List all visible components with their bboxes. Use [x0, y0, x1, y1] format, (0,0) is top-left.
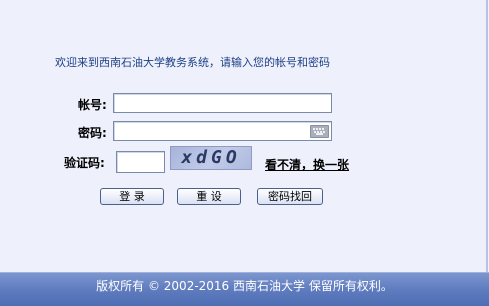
account-label: 帐号: [78, 98, 107, 112]
captcha-image[interactable]: xdGO [170, 146, 252, 170]
refresh-captcha-link[interactable]: 看不清，换一张 [265, 156, 349, 173]
password-input[interactable] [113, 121, 332, 141]
login-button[interactable]: 登 录 [100, 188, 164, 205]
captcha-label: 验证码: [64, 156, 105, 170]
welcome-message: 欢迎来到西南石油大学教务系统，请输入您的帐号和密码 [55, 56, 330, 69]
reset-button[interactable]: 重 设 [177, 188, 241, 205]
password-recovery-button[interactable]: 密码找回 [257, 188, 323, 205]
password-label: 密码: [78, 126, 107, 140]
keyboard-icon[interactable] [310, 125, 329, 138]
footer-bar: 版权所有 © 2002-2016 西南石油大学 保留所有权利。 [0, 272, 489, 306]
account-input[interactable] [113, 93, 332, 113]
captcha-input[interactable] [116, 151, 165, 173]
copyright-text: 版权所有 © 2002-2016 西南石油大学 保留所有权利。 [96, 279, 393, 293]
